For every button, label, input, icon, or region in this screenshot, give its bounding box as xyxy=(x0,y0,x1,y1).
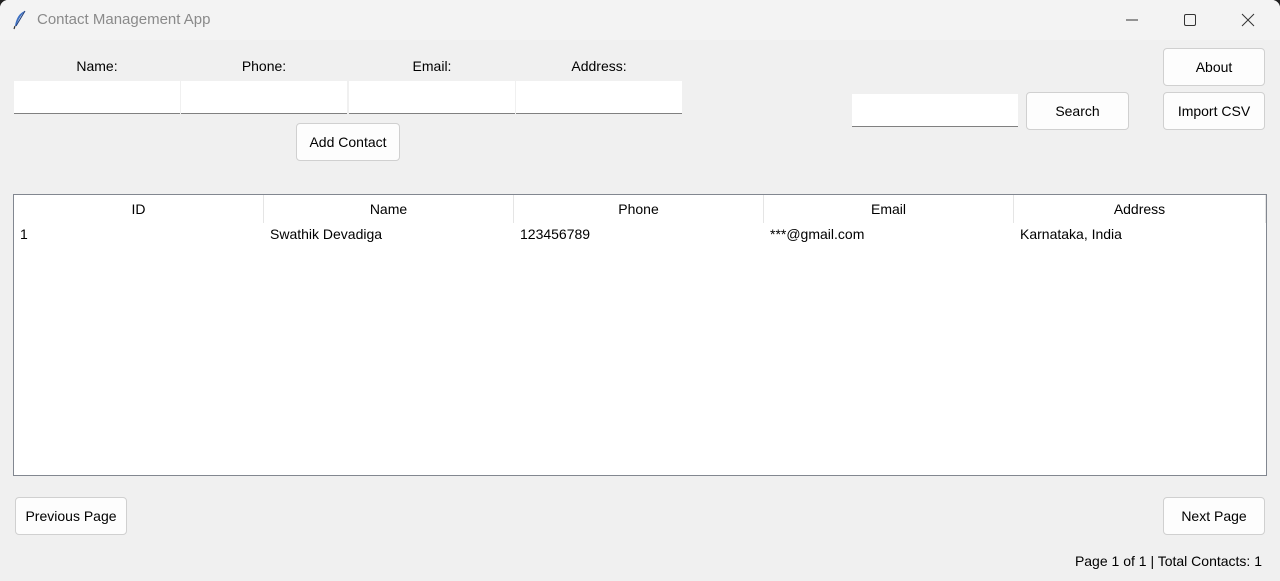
cell-id: 1 xyxy=(20,226,28,242)
cell-name: Swathik Devadiga xyxy=(270,226,383,242)
table-row[interactable]: 1 Swathik Devadiga 123456789 ***@gmail.c… xyxy=(14,223,1266,245)
minimize-button[interactable] xyxy=(1103,0,1161,40)
column-header-id[interactable]: ID xyxy=(14,195,264,223)
about-button[interactable]: About xyxy=(1163,48,1265,86)
page-status: Page 1 of 1 | Total Contacts: 1 xyxy=(1074,553,1262,569)
search-button[interactable]: Search xyxy=(1026,92,1129,130)
cell-address: Karnataka, India xyxy=(1020,226,1122,242)
name-label: Name: xyxy=(76,58,118,74)
phone-label: Phone: xyxy=(241,58,287,74)
table-header: ID Name Phone Email Address xyxy=(14,195,1266,223)
column-header-phone[interactable]: Phone xyxy=(514,195,764,223)
previous-page-button[interactable]: Previous Page xyxy=(15,497,127,535)
cell-email: ***@gmail.com xyxy=(770,226,865,242)
feather-icon xyxy=(13,10,27,30)
contacts-table[interactable]: ID Name Phone Email Address 1 Swathik De… xyxy=(13,194,1267,476)
search-input[interactable] xyxy=(852,94,1018,127)
maximize-button[interactable] xyxy=(1161,0,1219,40)
close-icon xyxy=(1241,13,1255,27)
address-input[interactable] xyxy=(516,81,682,114)
maximize-icon xyxy=(1184,14,1196,26)
column-header-address[interactable]: Address xyxy=(1014,195,1266,223)
import-csv-button[interactable]: Import CSV xyxy=(1163,92,1265,130)
email-input[interactable] xyxy=(349,81,515,114)
minimize-icon xyxy=(1126,19,1138,21)
name-input[interactable] xyxy=(14,81,180,114)
next-page-button[interactable]: Next Page xyxy=(1163,497,1265,535)
title-bar[interactable]: Contact Management App xyxy=(0,0,1280,40)
phone-input[interactable] xyxy=(181,81,347,114)
cell-phone: 123456789 xyxy=(520,226,591,242)
email-label: Email: xyxy=(412,58,452,74)
window-title: Contact Management App xyxy=(37,11,211,28)
add-contact-button[interactable]: Add Contact xyxy=(296,123,400,161)
address-label: Address: xyxy=(571,58,627,74)
close-button[interactable] xyxy=(1219,0,1277,40)
app-window: Contact Management App Name: Phone: Emai… xyxy=(0,0,1280,581)
column-header-name[interactable]: Name xyxy=(264,195,514,223)
column-header-email[interactable]: Email xyxy=(764,195,1014,223)
